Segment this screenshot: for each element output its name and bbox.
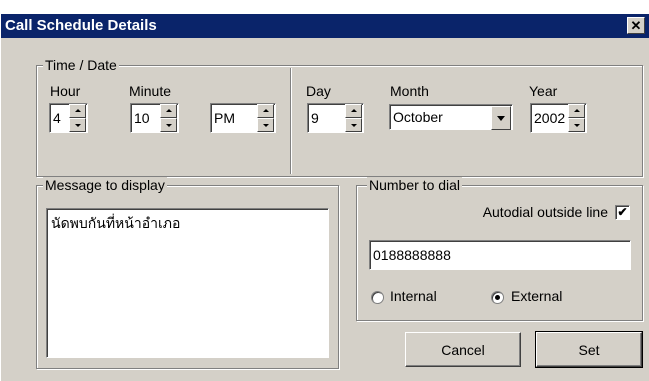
year-label: Year bbox=[529, 83, 558, 99]
autodial-label: Autodial outside line bbox=[482, 204, 608, 220]
number-input[interactable]: 0188888888 bbox=[369, 240, 631, 270]
arrow-down-icon bbox=[351, 124, 357, 127]
internal-radio[interactable] bbox=[371, 291, 384, 304]
arrow-down-icon bbox=[574, 124, 580, 127]
arrow-down-icon bbox=[75, 124, 81, 127]
chevron-down-icon bbox=[497, 116, 505, 121]
message-legend: Message to display bbox=[43, 177, 167, 193]
ampm-field[interactable]: PM bbox=[210, 103, 276, 133]
ampm-value: PM bbox=[214, 110, 235, 126]
month-label: Month bbox=[390, 83, 429, 99]
minute-label: Minute bbox=[129, 83, 172, 99]
minute-field[interactable]: 10 bbox=[130, 103, 179, 133]
message-textarea[interactable]: นัดพบกันที่หน้าอำเภอ bbox=[46, 208, 329, 358]
day-field[interactable]: 9 bbox=[307, 103, 364, 133]
minute-spin-up[interactable] bbox=[160, 104, 177, 118]
month-value: October bbox=[393, 109, 443, 125]
year-spinner[interactable] bbox=[568, 104, 585, 132]
day-label: Day bbox=[306, 83, 331, 99]
autodial-checkbox[interactable]: ✔ bbox=[615, 205, 630, 220]
year-spin-down[interactable] bbox=[568, 118, 585, 132]
external-radio[interactable] bbox=[491, 291, 504, 304]
cancel-button-label: Cancel bbox=[441, 341, 485, 358]
year-field[interactable]: 2002 bbox=[530, 103, 587, 133]
message-text: นัดพบกันที่หน้าอำเภอ bbox=[51, 215, 181, 231]
number-value: 0188888888 bbox=[373, 247, 451, 263]
checkmark-icon: ✔ bbox=[617, 205, 628, 219]
window-title: Call Schedule Details bbox=[5, 17, 157, 34]
hour-label: Hour bbox=[50, 83, 81, 99]
background-strip bbox=[0, 0, 649, 14]
time-date-group: Time / Date Hour 4 Minute 10 PM Day 9 Mo… bbox=[36, 57, 643, 177]
close-button[interactable]: ✕ bbox=[627, 17, 645, 34]
minute-spinner[interactable] bbox=[160, 104, 177, 132]
minute-spin-down[interactable] bbox=[160, 118, 177, 132]
arrow-down-icon bbox=[263, 124, 269, 127]
arrow-up-icon bbox=[75, 109, 81, 112]
year-value: 2002 bbox=[534, 110, 566, 126]
hour-spin-up[interactable] bbox=[69, 104, 86, 118]
arrow-up-icon bbox=[166, 109, 172, 112]
ampm-spin-up[interactable] bbox=[257, 104, 274, 118]
day-spinner[interactable] bbox=[345, 104, 362, 132]
arrow-down-icon bbox=[166, 124, 172, 127]
hour-value: 4 bbox=[53, 110, 61, 126]
dialog-window: Call Schedule Details ✕ Time / Date Hour… bbox=[0, 14, 649, 381]
close-icon: ✕ bbox=[630, 18, 642, 33]
set-button-label: Set bbox=[578, 341, 600, 358]
radio-selected-dot bbox=[495, 295, 500, 300]
minute-value: 10 bbox=[134, 110, 150, 126]
set-button[interactable]: Set bbox=[535, 331, 643, 368]
group-divider bbox=[290, 68, 291, 174]
hour-spin-down[interactable] bbox=[69, 118, 86, 132]
hour-spinner[interactable] bbox=[69, 104, 86, 132]
arrow-up-icon bbox=[263, 109, 269, 112]
arrow-up-icon bbox=[351, 109, 357, 112]
month-dropdown-button[interactable] bbox=[491, 106, 511, 130]
day-value: 9 bbox=[311, 110, 319, 126]
title-bar[interactable]: Call Schedule Details ✕ bbox=[1, 14, 649, 38]
internal-label[interactable]: Internal bbox=[390, 288, 437, 304]
arrow-up-icon bbox=[574, 109, 580, 112]
year-spin-up[interactable] bbox=[568, 104, 585, 118]
month-dropdown[interactable]: October bbox=[389, 104, 513, 130]
day-spin-up[interactable] bbox=[345, 104, 362, 118]
ampm-spin-down[interactable] bbox=[257, 118, 274, 132]
time-date-legend: Time / Date bbox=[43, 57, 119, 73]
cancel-button[interactable]: Cancel bbox=[405, 332, 521, 367]
hour-field[interactable]: 4 bbox=[49, 103, 88, 133]
day-spin-down[interactable] bbox=[345, 118, 362, 132]
number-to-dial-legend: Number to dial bbox=[367, 177, 463, 193]
ampm-spinner[interactable] bbox=[257, 104, 274, 132]
message-group: Message to display นัดพบกันที่หน้าอำเภอ bbox=[36, 177, 339, 369]
number-to-dial-group: Number to dial Autodial outside line ✔ 0… bbox=[356, 177, 643, 321]
external-label[interactable]: External bbox=[511, 288, 562, 304]
